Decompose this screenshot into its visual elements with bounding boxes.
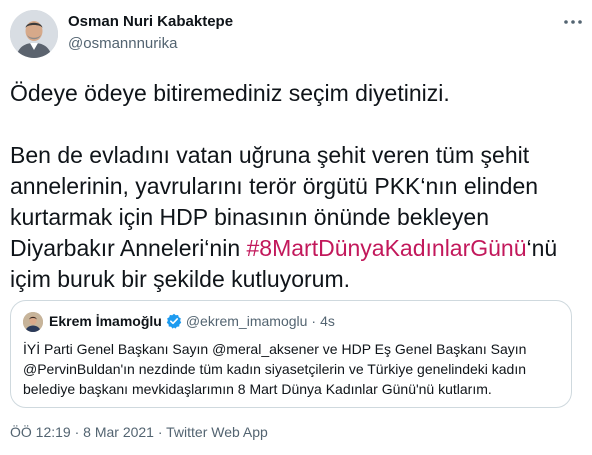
author-name[interactable]: Osman Nuri Kabaktepe [68,13,233,30]
quoted-author-handle[interactable]: @ekrem_imamoglu [186,313,308,329]
more-horizontal-icon[interactable] [562,12,584,32]
tweet-timestamp[interactable]: ÖÖ 12:19 · 8 Mar 2021 · Twitter Web App [10,424,268,440]
author-avatar[interactable] [10,10,58,58]
tweet: Osman Nuri Kabaktepe @osmannnurika Ödeye… [0,0,592,455]
hashtag-link[interactable]: #8MartDünyaKadınlarGünü [247,235,527,261]
quoted-header: Ekrem İmamoğlu @ekrem_imamoglu · 4s [49,313,335,329]
tweet-paragraph-2: Ben de evladını vatan uğruna şehit veren… [10,140,580,295]
quoted-separator: · [311,313,317,329]
author-handle[interactable]: @osmannnurika [68,35,177,52]
quoted-timestamp[interactable]: 4s [320,313,335,329]
quoted-author-avatar[interactable] [23,312,43,332]
quoted-author-name[interactable]: Ekrem İmamoğlu [49,313,162,329]
tweet-line-1: Ödeye ödeye bitiremediniz seçim diyetini… [10,80,450,106]
quoted-tweet[interactable]: Ekrem İmamoğlu @ekrem_imamoglu · 4s İYİ … [10,300,572,408]
tweet-text: Ödeye ödeye bitiremediniz seçim diyetini… [10,78,580,295]
quoted-text: İYİ Parti Genel Başkanı Sayın @meral_aks… [23,341,527,397]
verified-badge-icon [166,313,182,329]
